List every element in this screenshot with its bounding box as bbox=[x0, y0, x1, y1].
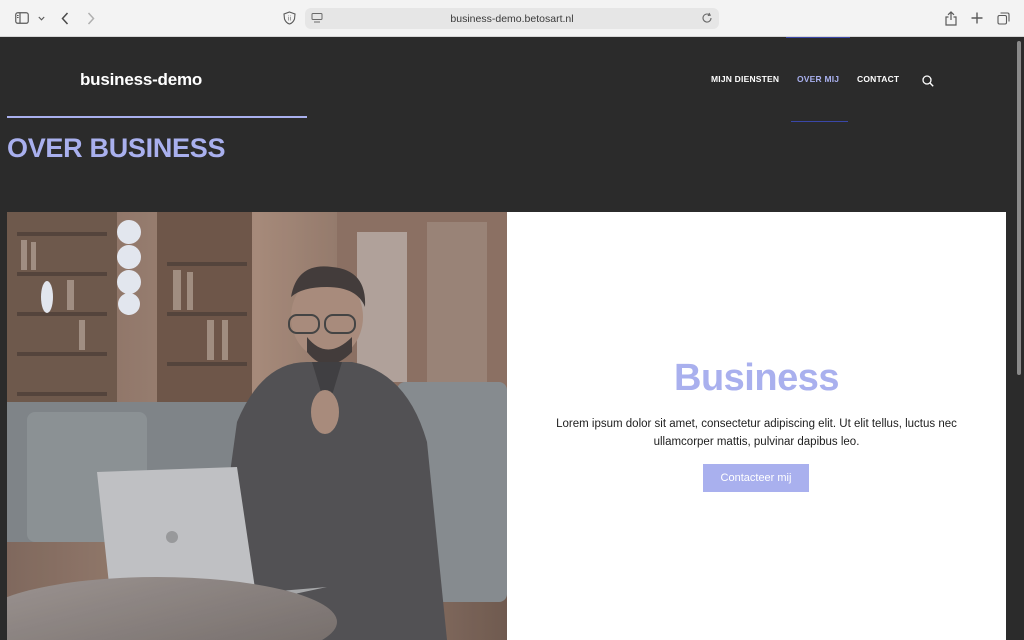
address-bar[interactable]: business-demo.betosart.nl bbox=[305, 8, 719, 29]
hero-image bbox=[7, 212, 507, 640]
tabs-overview-icon[interactable] bbox=[995, 8, 1011, 28]
url-text: business-demo.betosart.nl bbox=[450, 12, 574, 25]
share-icon[interactable] bbox=[943, 8, 959, 28]
nav-active-top-line bbox=[786, 37, 850, 38]
scrollbar-thumb[interactable] bbox=[1017, 41, 1021, 375]
hero-heading: Business bbox=[674, 357, 839, 399]
hero-panel: Business Lorem ipsum dolor sit amet, con… bbox=[507, 212, 1006, 640]
chevron-down-icon[interactable] bbox=[36, 8, 46, 28]
back-icon[interactable] bbox=[58, 8, 72, 28]
svg-text:ii: ii bbox=[287, 15, 291, 22]
web-page: business-demo MIJN DIENSTEN OVER MIJ CON… bbox=[0, 37, 1014, 640]
nav-mijn-diensten[interactable]: MIJN DIENSTEN bbox=[711, 74, 779, 84]
page-scrollbar[interactable] bbox=[1014, 37, 1024, 640]
reload-icon[interactable] bbox=[701, 12, 713, 24]
browser-toolbar: ii business-demo.betosart.nl bbox=[0, 0, 1024, 37]
nav-over-mij[interactable]: OVER MIJ bbox=[797, 74, 839, 84]
nav-active-indicator bbox=[791, 121, 848, 122]
new-tab-icon[interactable] bbox=[969, 8, 985, 28]
site-logo[interactable]: business-demo bbox=[80, 70, 202, 90]
sidebar-icon[interactable] bbox=[14, 8, 30, 28]
search-icon[interactable] bbox=[922, 74, 934, 87]
nav-contact[interactable]: CONTACT bbox=[857, 74, 899, 84]
page-title: OVER BUSINESS bbox=[7, 133, 226, 163]
contact-button[interactable]: Contacteer mij bbox=[703, 464, 809, 492]
title-divider bbox=[7, 116, 307, 118]
hero-text: Lorem ipsum dolor sit amet, consectetur … bbox=[556, 418, 957, 448]
shield-icon[interactable]: ii bbox=[281, 8, 297, 28]
site-settings-icon[interactable] bbox=[311, 12, 323, 24]
forward-icon[interactable] bbox=[84, 8, 98, 28]
